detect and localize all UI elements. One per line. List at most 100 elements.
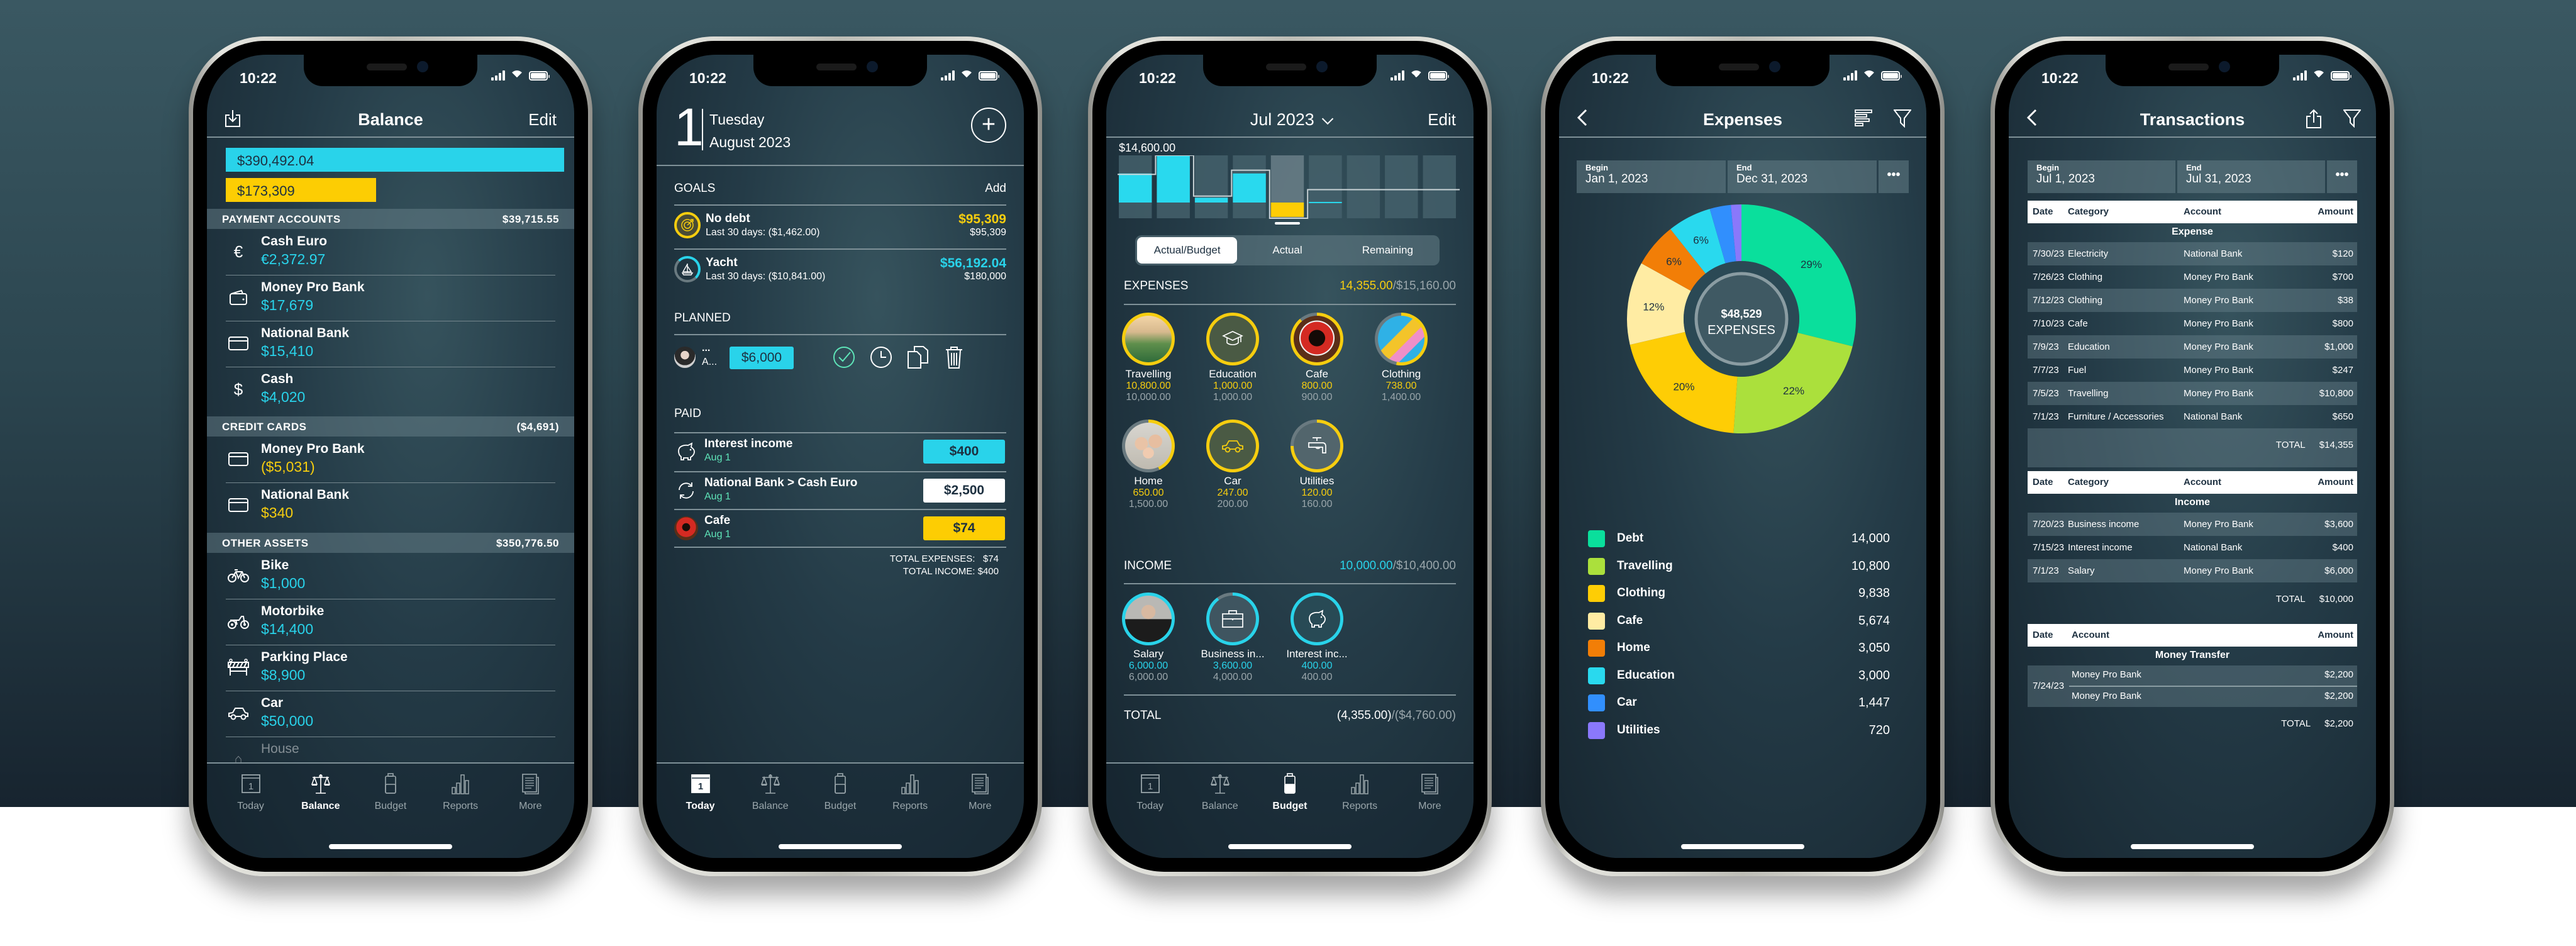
budget-category[interactable]: Interest inc... 400.00 400.00	[1282, 593, 1352, 683]
tab-budget[interactable]: Budget	[811, 772, 869, 812]
budget-category[interactable]: Travelling 10,800.00 10,000.00	[1114, 313, 1183, 403]
tab-today[interactable]: 1 Today	[672, 772, 730, 812]
share-icon[interactable]	[2306, 109, 2322, 132]
goal-row[interactable]: Yacht Last 30 days: ($10,841.00) $56,192…	[674, 250, 1006, 291]
budget-category[interactable]: Car 247.00 200.00	[1198, 420, 1267, 510]
confirm-check-icon[interactable]	[833, 346, 855, 372]
trash-icon[interactable]	[945, 345, 963, 372]
chart-column-bg[interactable]	[1194, 155, 1228, 218]
column-header[interactable]: Amount	[2318, 206, 2353, 217]
segment-actual-budget[interactable]: Actual/Budget	[1137, 237, 1238, 264]
add-goal-button[interactable]: Add	[985, 182, 1006, 196]
table-row[interactable]: 7/30/23 Electricity National Bank $120	[2028, 242, 2357, 265]
account-row[interactable]: Car $50,000	[226, 692, 555, 737]
legend-row[interactable]: Education 3,000	[1588, 665, 1890, 686]
budget-mini-chart[interactable]	[1118, 155, 1460, 225]
legend-row[interactable]: Home 3,050	[1588, 637, 1890, 659]
more-options-button[interactable]: •••	[2327, 160, 2357, 193]
legend-row[interactable]: Debt 14,000	[1588, 528, 1890, 549]
legend-row[interactable]: Cafe 5,674	[1588, 610, 1890, 632]
column-header[interactable]: Category	[2068, 206, 2109, 217]
tab-more[interactable]: More	[951, 772, 1009, 812]
planned-amount[interactable]: $6,000	[730, 347, 794, 369]
begin-date-button[interactable]: Begin Jan 1, 2023	[1577, 160, 1726, 193]
expenses-donut-chart[interactable]: 29% 22% 20% 12% 6% 6% $48,529 EXPENSES	[1625, 203, 1858, 435]
table-row[interactable]: 7/1/23 Furniture / Accessories National Ba…	[2028, 405, 2357, 428]
filter-icon[interactable]	[1892, 109, 1913, 131]
budget-category[interactable]: Home 650.00 1,500.00	[1114, 420, 1183, 510]
paid-row[interactable]: National Bank > Cash Euro Aug 1 $2,500	[674, 472, 1006, 510]
account-row[interactable]: Money Pro Bank ($5,031)	[226, 438, 555, 483]
account-row[interactable]: € Cash Euro €2,372.97	[226, 230, 555, 275]
paid-row[interactable]: Cafe Aug 1 $74	[674, 510, 1006, 548]
tab-more[interactable]: More	[1401, 772, 1458, 812]
budget-category[interactable]: Salary 6,000.00 6,000.00	[1114, 593, 1183, 683]
bar-list-icon[interactable]	[1855, 109, 1872, 131]
account-row[interactable]: National Bank $340	[226, 484, 555, 529]
assets-total-bar[interactable]: $390,492.04	[226, 148, 564, 172]
tab-balance[interactable]: Balance	[1191, 772, 1249, 812]
account-row[interactable]: National Bank $15,410	[226, 322, 555, 367]
liabilities-total-bar[interactable]: $173,309	[226, 178, 376, 202]
edit-button[interactable]: Edit	[1428, 110, 1456, 130]
clock-icon[interactable]	[870, 346, 892, 372]
transfer-row[interactable]: 7/24/23 Money Pro Bank $2,200 Money Pro …	[2028, 665, 2357, 707]
end-date-button[interactable]: End Jul 31, 2023	[2177, 160, 2325, 193]
period-selector[interactable]: Jul 2023	[1106, 110, 1474, 130]
tab-reports[interactable]: Reports	[1331, 772, 1389, 812]
chart-column-bg[interactable]	[1346, 155, 1380, 218]
table-row[interactable]: 7/12/23 Clothing Money Pro Bank $38	[2028, 289, 2357, 312]
tab-more[interactable]: More	[501, 772, 559, 812]
tab-reports[interactable]: Reports	[881, 772, 939, 812]
paid-row[interactable]: Interest income Aug 1 $400	[674, 433, 1006, 471]
account-row[interactable]: Money Pro Bank $17,679	[226, 276, 555, 321]
table-row[interactable]: 7/1/23 Salary Money Pro Bank $6,000	[2028, 559, 2357, 582]
tab-today[interactable]: 1 Today	[1121, 772, 1179, 812]
column-header[interactable]: Date	[2033, 206, 2053, 217]
segment-remaining[interactable]: Remaining	[1338, 237, 1438, 264]
tab-budget[interactable]: Budget	[362, 772, 419, 812]
edit-button[interactable]: Edit	[528, 110, 557, 130]
duplicate-icon[interactable]	[907, 345, 930, 372]
table-row[interactable]: 7/20/23 Business income Money Pro Bank $3,6…	[2028, 513, 2357, 536]
begin-date-button[interactable]: Begin Jul 1, 2023	[2028, 160, 2175, 193]
table-row[interactable]: 7/26/23 Clothing Money Pro Bank $700	[2028, 265, 2357, 289]
account-row[interactable]: Parking Place $8,900	[226, 646, 555, 691]
more-options-button[interactable]: •••	[1879, 160, 1909, 193]
budget-category[interactable]: Cafe 800.00 900.00	[1282, 313, 1352, 403]
account-row[interactable]: Motorbike $14,400	[226, 600, 555, 645]
end-date-button[interactable]: End Dec 31, 2023	[1728, 160, 1877, 193]
legend-row[interactable]: Utilities 720	[1588, 720, 1890, 741]
column-header[interactable]: Account	[2072, 630, 2109, 640]
budget-category[interactable]: Education 1,000.00 1,000.00	[1198, 313, 1267, 403]
add-transaction-button[interactable]: +	[971, 108, 1006, 143]
account-row[interactable]: Bike $1,000	[226, 554, 555, 599]
column-header[interactable]: Amount	[2318, 630, 2353, 640]
column-header[interactable]: Account	[2184, 477, 2221, 487]
filter-icon[interactable]	[2342, 109, 2362, 132]
column-header[interactable]: Amount	[2318, 477, 2353, 487]
budget-category[interactable]: Utilities 120.00 160.00	[1282, 420, 1352, 510]
table-row[interactable]: 7/7/23 Fuel Money Pro Bank $247	[2028, 359, 2357, 382]
budget-category[interactable]: Clothing 738.00 1,400.00	[1367, 313, 1436, 403]
account-row[interactable]: $ Cash $4,020	[226, 368, 555, 413]
chart-column-bg[interactable]	[1423, 155, 1456, 218]
column-header[interactable]: Category	[2068, 477, 2109, 487]
table-row[interactable]: 7/5/23 Travelling Money Pro Bank $10,800	[2028, 382, 2357, 405]
table-row[interactable]: 7/9/23 Education Money Pro Bank $1,000	[2028, 335, 2357, 359]
column-header[interactable]: Date	[2033, 477, 2053, 487]
column-header[interactable]: Date	[2033, 630, 2053, 640]
segment-actual[interactable]: Actual	[1237, 237, 1337, 264]
tab-reports[interactable]: Reports	[431, 772, 489, 812]
tab-balance[interactable]: Balance	[741, 772, 799, 812]
chart-column-bg[interactable]	[1385, 155, 1418, 218]
table-row[interactable]: 7/15/23 Interest income National Bank $400	[2028, 536, 2357, 559]
tab-balance[interactable]: Balance	[292, 772, 350, 812]
table-row[interactable]: 7/10/23 Cafe Money Pro Bank $800	[2028, 312, 2357, 335]
legend-row[interactable]: Travelling 10,800	[1588, 555, 1890, 577]
column-header[interactable]: Account	[2184, 206, 2221, 217]
tab-today[interactable]: 1 Today	[222, 772, 280, 812]
chart-column-bg[interactable]	[1309, 155, 1342, 218]
tab-budget[interactable]: Budget	[1261, 772, 1319, 812]
goal-row[interactable]: No debt Last 30 days: ($1,462.00) $95,30…	[674, 206, 1006, 247]
